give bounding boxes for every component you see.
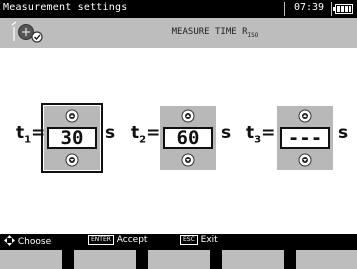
divider — [284, 2, 285, 16]
exit-label: Exit — [200, 235, 218, 245]
function-button-1[interactable] — [0, 250, 62, 269]
window-title: Measurement settings — [3, 2, 128, 13]
arrow-keys-icon — [4, 235, 15, 246]
meter-screen: Measurement settings 07:39 MEASURE TIME … — [0, 0, 357, 269]
choose-hint: Choose — [4, 235, 51, 247]
clock: 07:39 — [293, 2, 325, 13]
battery-icon — [333, 4, 353, 14]
decrement-button[interactable] — [181, 153, 195, 167]
t2-value[interactable]: 60 — [163, 127, 213, 149]
insulation-resistance-icon — [11, 21, 43, 43]
enter-key-icon: ENTER — [88, 235, 114, 245]
t1-unit: s — [105, 123, 116, 143]
accept-label: Accept — [116, 235, 148, 245]
function-button-2[interactable] — [74, 250, 136, 269]
t2-label: t2= — [131, 123, 161, 146]
increment-button[interactable] — [65, 109, 79, 123]
settings-panel: t1= 30 s t2= 60 s t3= --- s — [0, 48, 357, 234]
esc-key-icon: ESC — [180, 235, 198, 245]
increment-button[interactable] — [181, 109, 195, 123]
t1-label: t1= — [16, 123, 46, 146]
t3-label: t3= — [246, 123, 276, 146]
function-button-5[interactable] — [296, 250, 357, 269]
t2-unit: s — [221, 123, 232, 143]
function-button-3[interactable] — [148, 250, 210, 269]
increment-button[interactable] — [298, 109, 312, 123]
decrement-button[interactable] — [298, 153, 312, 167]
measure-time-title: MEASURE TIME RISO — [171, 27, 259, 39]
choose-label: Choose — [17, 237, 52, 247]
t1-value[interactable]: 30 — [47, 127, 97, 149]
t3-unit: s — [338, 123, 349, 143]
divider — [331, 2, 332, 16]
t3-value[interactable]: --- — [280, 127, 330, 149]
function-button-4[interactable] — [222, 250, 284, 269]
accept-hint: ENTER Accept — [88, 235, 147, 245]
key-hints-bar: Choose ENTER Accept ESC Exit — [0, 234, 357, 248]
exit-hint: ESC Exit — [180, 235, 218, 245]
decrement-button[interactable] — [65, 153, 79, 167]
title-bar: Measurement settings 07:39 — [0, 0, 357, 18]
t2-spinner[interactable]: 60 — [160, 106, 216, 170]
t3-spinner[interactable]: --- — [277, 106, 333, 170]
t1-spinner[interactable]: 30 — [41, 103, 103, 173]
measurement-header: MEASURE TIME RISO — [0, 18, 357, 48]
